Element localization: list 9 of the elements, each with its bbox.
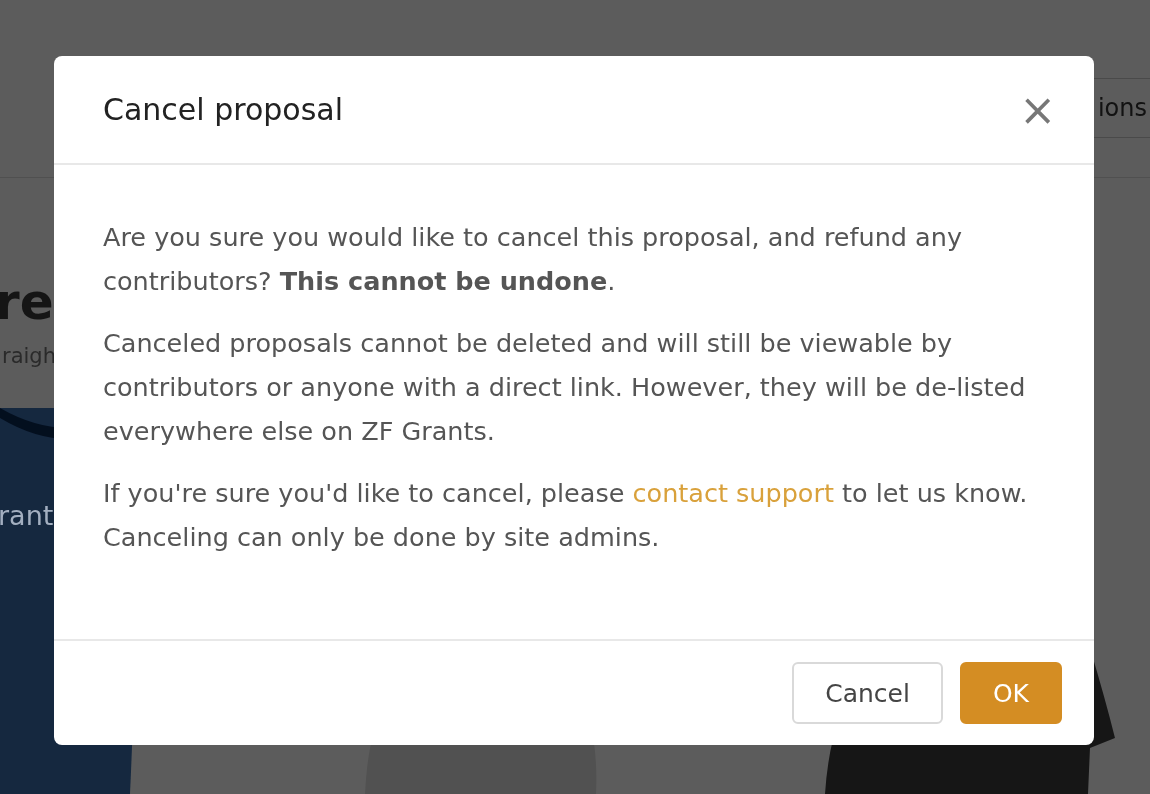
close-button[interactable]: × <box>1019 87 1056 132</box>
support-link[interactable]: contact support <box>632 478 834 508</box>
ok-button[interactable]: OK <box>959 662 1062 724</box>
dialog-title: Cancel proposal <box>103 92 343 127</box>
paragraph: If you're sure you'd like to cancel, please contact support to let us know. Canceling can only be done by site admins. <box>103 477 1029 554</box>
card-text: rant <box>0 500 54 531</box>
paragraph: Are you sure you would like to cancel this proposal, and refund any contributors? This cannot be undone. <box>103 221 963 298</box>
cancel-button[interactable]: Cancel <box>792 662 943 724</box>
paragraph: Canceled proposals cannot be deleted and will still be viewable by contributors or anyone with a direct link. However, they will be de-listed everywhere else on ZF Grants. <box>103 327 1027 448</box>
